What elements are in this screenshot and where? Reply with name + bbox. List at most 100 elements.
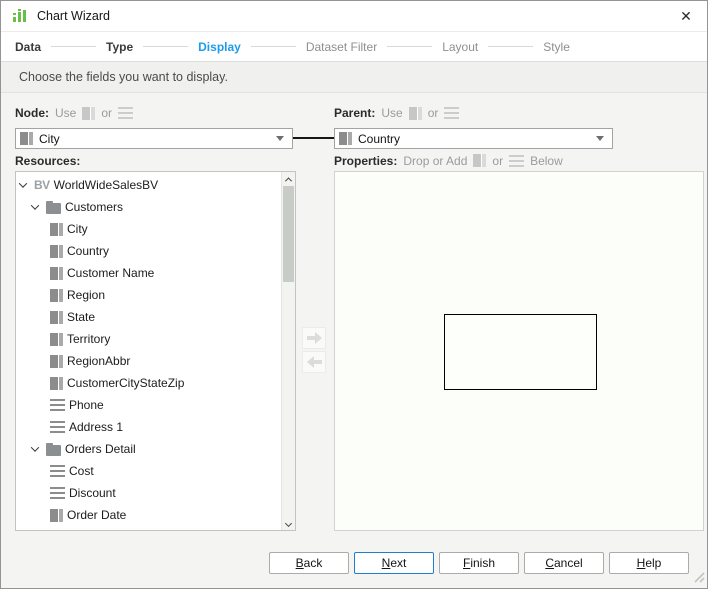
tree-item-label: Discount — [69, 486, 116, 500]
cancel-button[interactable]: Cancel — [524, 552, 604, 574]
tree-item[interactable]: Discount — [16, 482, 281, 504]
resources-tree-panel: BV WorldWideSalesBV Customers City Count… — [15, 171, 296, 531]
chevron-down-icon[interactable] — [31, 443, 39, 451]
tree-item[interactable]: Customers — [16, 196, 281, 218]
tree-item[interactable]: Address 1 — [16, 416, 281, 438]
node-or-label: or — [101, 106, 112, 120]
tree-item[interactable] — [16, 526, 281, 531]
tree-item-label: Orders Detail — [65, 442, 136, 456]
tree-item-label: Address 1 — [69, 420, 123, 434]
dimension-icon — [50, 289, 63, 302]
tree-item[interactable]: Order Date — [16, 504, 281, 526]
tree-item-label: Phone — [69, 398, 104, 412]
tree-scrollbar[interactable] — [281, 172, 295, 530]
parent-field-select[interactable]: Country — [334, 128, 613, 149]
tree-item[interactable]: Phone — [16, 394, 281, 416]
scrollbar-thumb[interactable] — [283, 186, 294, 282]
tree-item-label: State — [67, 310, 95, 324]
properties-drop-panel[interactable] — [334, 171, 704, 531]
chart-app-icon — [11, 8, 29, 24]
measure-icon — [50, 465, 65, 477]
step-connector — [143, 46, 188, 47]
folder-icon — [46, 445, 61, 456]
next-button[interactable]: Next — [354, 552, 434, 574]
tree-item[interactable]: Country — [16, 240, 281, 262]
tree-item[interactable]: Orders Detail — [16, 438, 281, 460]
move-right-button[interactable] — [302, 327, 326, 349]
tree-item-label: Region — [67, 288, 105, 302]
wizard-steps: Data Type Display Dataset Filter Layout … — [1, 32, 707, 62]
chevron-down-icon — [276, 136, 284, 141]
wizard-step[interactable]: Layout — [442, 40, 478, 54]
move-left-button[interactable] — [302, 351, 326, 373]
tree-item-label: Order Date — [67, 508, 126, 522]
dimension-icon — [50, 223, 63, 236]
wizard-step[interactable]: Data — [15, 40, 41, 54]
help-button[interactable]: Help — [609, 552, 689, 574]
properties-below-label: Below — [530, 154, 563, 168]
wizard-step[interactable]: Display — [198, 40, 241, 54]
back-button[interactable]: Back — [269, 552, 349, 574]
resources-label-row: Resources: — [15, 153, 80, 168]
measure-icon — [444, 107, 459, 119]
step-connector — [488, 46, 533, 47]
dimension-icon — [20, 132, 33, 145]
scroll-up-icon[interactable] — [282, 172, 296, 186]
tree-item[interactable]: State — [16, 306, 281, 328]
scrollbar-track[interactable] — [282, 186, 295, 516]
chevron-down-icon[interactable] — [19, 179, 27, 187]
dimension-icon — [409, 107, 422, 120]
properties-hint-text: Drop or Add — [403, 154, 467, 168]
tree-item[interactable]: Customer Name — [16, 262, 281, 284]
tree-item-label: Customer Name — [67, 266, 154, 280]
properties-label: Properties: — [334, 154, 397, 168]
dimension-icon — [50, 245, 63, 258]
tree-item[interactable]: RegionAbbr — [16, 350, 281, 372]
tree-item[interactable]: BV WorldWideSalesBV — [16, 174, 281, 196]
tree-item-label: Country — [67, 244, 109, 258]
step-connector — [387, 46, 432, 47]
dimension-icon — [50, 267, 63, 280]
measure-icon — [118, 107, 133, 119]
wizard-step[interactable]: Style — [543, 40, 570, 54]
node-shape-preview[interactable] — [444, 314, 597, 390]
tree-item[interactable]: Cost — [16, 460, 281, 482]
resize-grip[interactable] — [692, 570, 705, 586]
close-icon[interactable]: ✕ — [675, 5, 697, 27]
properties-label-row: Properties: Drop or Add or Below — [334, 153, 563, 168]
wizard-step[interactable]: Type — [106, 40, 133, 54]
dimension-icon — [50, 311, 63, 324]
tree-item[interactable]: CustomerCityStateZip — [16, 372, 281, 394]
node-label-row: Node: Use or — [15, 105, 133, 121]
node-label: Node: — [15, 106, 49, 120]
tree-item[interactable]: City — [16, 218, 281, 240]
wizard-button-row: BackNextFinishCancelHelp — [269, 552, 689, 574]
tree-item-label: RegionAbbr — [67, 354, 130, 368]
finish-button[interactable]: Finish — [439, 552, 519, 574]
tree-item[interactable]: Territory — [16, 328, 281, 350]
tree-item-label: CustomerCityStateZip — [67, 376, 184, 390]
measure-icon — [50, 487, 65, 499]
node-field-value: City — [39, 132, 60, 146]
dimension-icon — [50, 509, 63, 522]
properties-or-label: or — [492, 154, 503, 168]
wizard-step[interactable]: Dataset Filter — [306, 40, 377, 54]
business-view-icon: BV — [34, 178, 50, 192]
window-title: Chart Wizard — [37, 9, 110, 23]
folder-icon — [46, 203, 61, 214]
parent-field-value: Country — [358, 132, 400, 146]
dimension-icon — [50, 333, 63, 346]
node-parent-link-line — [293, 137, 334, 139]
tree-item-label: Customers — [65, 200, 123, 214]
dimension-icon — [473, 154, 486, 167]
node-field-select[interactable]: City — [15, 128, 293, 149]
dimension-icon — [82, 107, 95, 120]
dimension-icon — [339, 132, 352, 145]
tree-item-label: Cost — [69, 464, 94, 478]
scroll-down-icon[interactable] — [282, 516, 296, 530]
tree-item-label: Territory — [67, 332, 110, 346]
parent-label: Parent: — [334, 106, 375, 120]
measure-icon — [509, 155, 524, 167]
chevron-down-icon[interactable] — [31, 201, 39, 209]
tree-item[interactable]: Region — [16, 284, 281, 306]
